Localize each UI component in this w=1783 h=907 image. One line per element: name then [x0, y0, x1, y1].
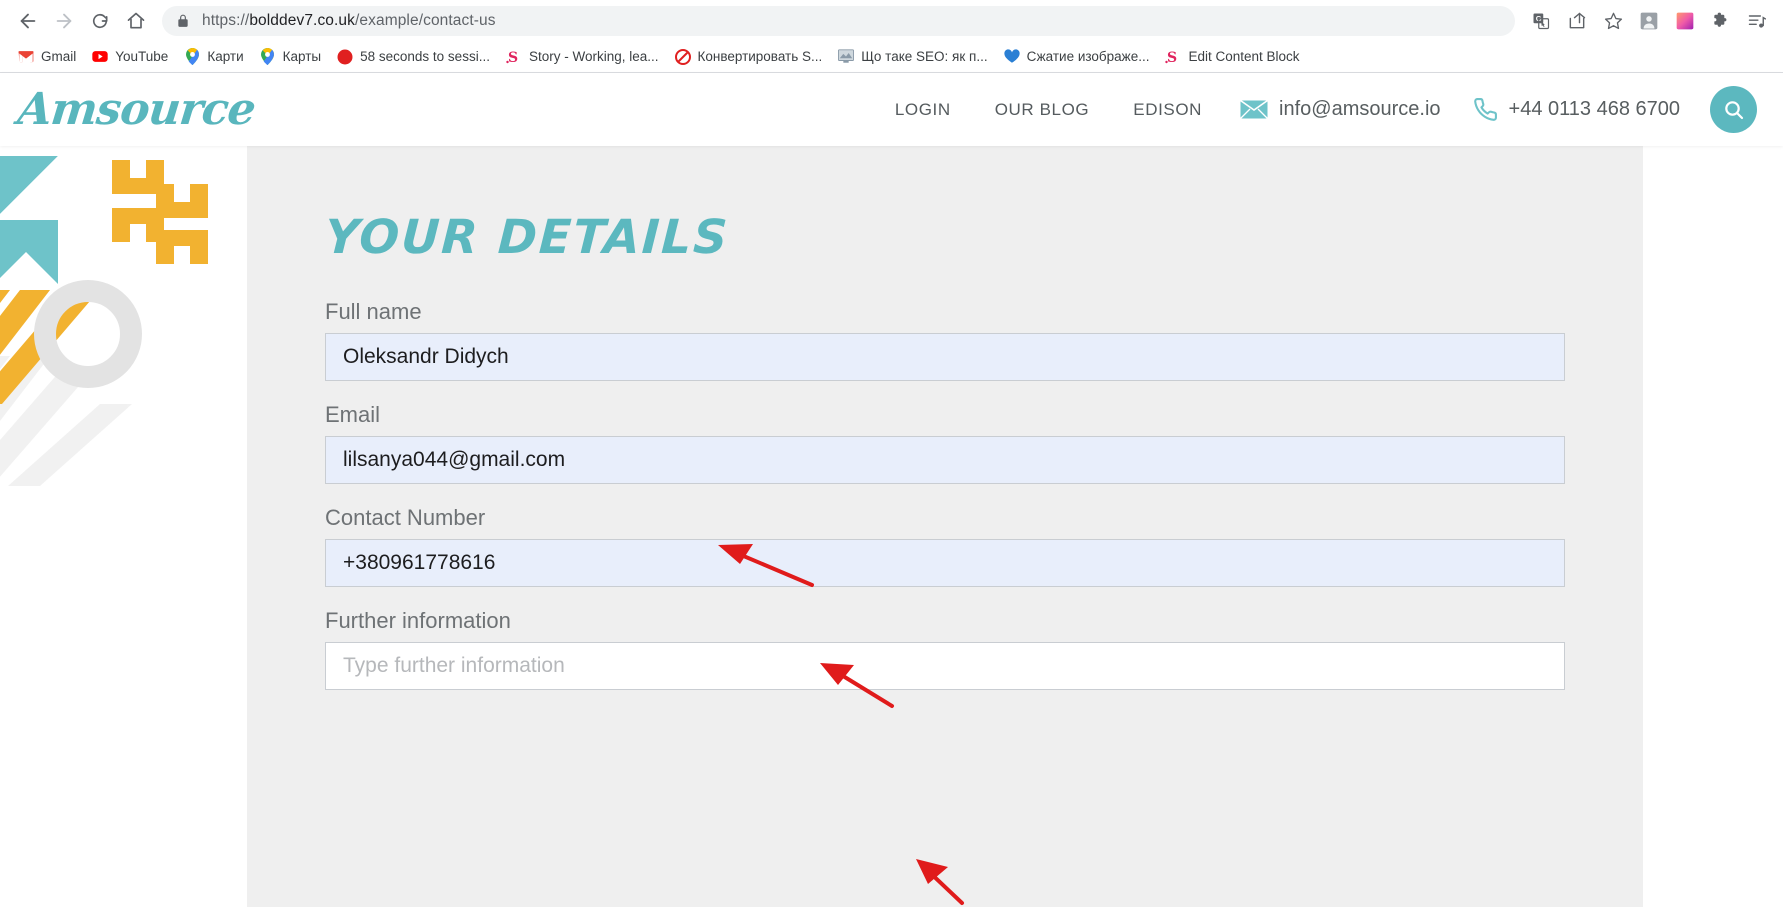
bookmark-karty-ru[interactable]: Карты [252, 46, 329, 68]
back-button[interactable] [10, 3, 46, 39]
bookmark-star-icon[interactable] [1597, 5, 1629, 37]
header-phone[interactable]: +44 0113 468 6700 [1457, 97, 1696, 122]
header-email-text: info@amsource.io [1279, 98, 1441, 120]
browser-window: https://bolddev7.co.uk/example/contact-u… [0, 0, 1783, 907]
bookmark-label: Gmail [41, 49, 77, 64]
email-input[interactable] [325, 436, 1565, 484]
bookmark-gmail[interactable]: Gmail [10, 46, 84, 68]
nav-link-edison[interactable]: EDISON [1111, 100, 1224, 120]
bookmark-youtube[interactable]: YouTube [84, 46, 176, 68]
reload-button[interactable] [82, 3, 118, 39]
bookmark-label: YouTube [115, 49, 169, 64]
bookmark-label: Конвертировать S... [697, 49, 823, 64]
field-label-full-name: Full name [325, 299, 422, 324]
site-navigation: LOGIN OUR BLOG EDISON info@amsource.io +… [873, 86, 1783, 133]
full-name-input[interactable] [325, 333, 1565, 381]
nav-link-our-blog[interactable]: OUR BLOG [973, 100, 1112, 120]
field-email: Email [325, 402, 1565, 484]
playlist-icon[interactable] [1741, 5, 1773, 37]
bookmark-karty-ua[interactable]: Карти [176, 46, 251, 68]
bookmark-seo-article[interactable]: Що таке SEO: як п... [830, 46, 995, 68]
field-contact-number: Contact Number [325, 505, 1565, 587]
site-logo[interactable]: Amsource [15, 84, 257, 135]
blue-heart-icon [1003, 49, 1020, 65]
contact-number-input[interactable] [325, 539, 1565, 587]
bookmark-session-timer[interactable]: 58 seconds to sessi... [329, 46, 498, 68]
bookmark-label: Edit Content Block [1188, 49, 1300, 64]
gradient-extension-icon[interactable] [1669, 5, 1701, 37]
bookmark-converter[interactable]: Конвертировать S... [667, 46, 831, 68]
url-path: /example/contact-us [355, 11, 496, 29]
field-label-contact-number: Contact Number [325, 505, 486, 530]
monitor-icon [838, 49, 855, 65]
bookmark-story[interactable]: S Story - Working, lea... [498, 46, 667, 68]
phone-icon [1473, 97, 1498, 122]
browser-toolbar: https://bolddev7.co.uk/example/contact-u… [0, 0, 1783, 41]
bookmark-image-compression[interactable]: Сжатие изображе... [996, 46, 1158, 68]
google-maps-icon [260, 48, 276, 65]
forward-button[interactable] [46, 3, 82, 39]
header-phone-text: +44 0113 468 6700 [1508, 98, 1680, 120]
svg-text:S: S [508, 50, 518, 65]
form-title: YOUR DETAILS [323, 210, 731, 265]
bookmark-label: Story - Working, lea... [528, 49, 659, 64]
youtube-icon [92, 49, 108, 65]
search-icon[interactable] [1710, 86, 1757, 133]
bookmark-label: Карти [207, 49, 244, 64]
field-further-information: Further information [325, 608, 1565, 690]
url-scheme: https:// [202, 11, 250, 29]
further-information-input[interactable] [325, 642, 1565, 690]
bookmark-edit-content-block[interactable]: S Edit Content Block [1157, 46, 1307, 68]
url-host: bolddev7.co.uk [249, 11, 355, 29]
nav-link-login[interactable]: LOGIN [873, 100, 973, 120]
bookmark-label: Сжатие изображе... [1026, 49, 1150, 64]
s-letter-icon: S [1165, 49, 1181, 65]
svg-text:S: S [1167, 50, 1177, 65]
page-content: YOUR DETAILS Full name Email Contact Num… [0, 146, 1783, 907]
field-full-name: Full name [325, 299, 1565, 381]
puzzle-extensions-icon[interactable] [1705, 5, 1737, 37]
share-icon[interactable] [1561, 5, 1593, 37]
toolbar-icon-group: G [1525, 5, 1773, 37]
header-email[interactable]: info@amsource.io [1224, 98, 1456, 121]
gmail-icon [18, 49, 34, 65]
extension-profile-icon[interactable] [1633, 5, 1665, 37]
google-maps-icon [184, 48, 200, 65]
donut-circle [34, 280, 142, 388]
your-details-form-panel: YOUR DETAILS Full name Email Contact Num… [247, 146, 1643, 907]
field-label-email: Email [325, 402, 381, 427]
bookmark-label: Карты [282, 49, 322, 64]
no-entry-icon [674, 48, 691, 65]
lock-icon [176, 14, 190, 28]
bookmark-label: 58 seconds to sessi... [360, 49, 490, 64]
s-letter-icon: S [506, 49, 522, 65]
envelope-icon [1240, 100, 1269, 119]
field-label-further-information: Further information [325, 608, 511, 633]
url-text: https://bolddev7.co.uk/example/contact-u… [202, 12, 496, 30]
bookmarks-bar: Gmail YouTube Карти Карты 58 seconds to [0, 41, 1783, 73]
translate-icon[interactable]: G [1525, 5, 1557, 37]
decorative-graphic-left [0, 156, 208, 486]
bookmark-label: Що таке SEO: як п... [861, 49, 988, 64]
site-header: Amsource LOGIN OUR BLOG EDISON info@amso… [0, 73, 1783, 146]
address-bar[interactable]: https://bolddev7.co.uk/example/contact-u… [162, 5, 1515, 36]
red-dot-icon [337, 49, 353, 65]
home-button[interactable] [118, 3, 154, 39]
